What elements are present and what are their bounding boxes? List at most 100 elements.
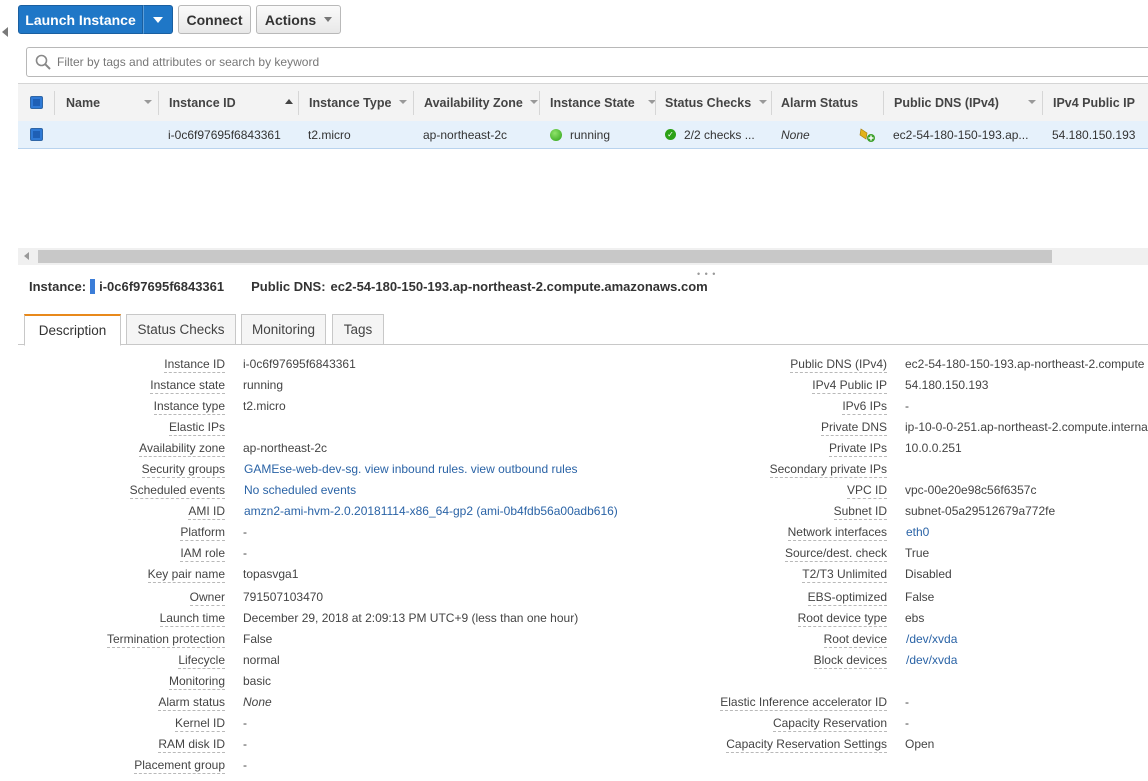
detail-value: None (243, 695, 272, 709)
security-groups-link[interactable]: GAMEse-web-dev-sg. view inbound rules. v… (244, 462, 578, 477)
detail-label: IAM role (180, 546, 225, 562)
column-divider (539, 91, 540, 115)
detail-label: Block devices (813, 653, 887, 669)
column-label: Public DNS (IPv4) (894, 95, 999, 110)
column-header-alarm-status[interactable]: Alarm Status (781, 84, 881, 121)
column-header-instance-id[interactable]: Instance ID (169, 84, 297, 121)
detail-label: Root device (823, 632, 887, 648)
launch-instance-button[interactable]: Launch Instance (18, 5, 143, 34)
detail-label: Source/dest. check (784, 546, 887, 562)
detail-label: Capacity Reservation Settings (726, 737, 887, 753)
instance-color-marker (90, 279, 96, 294)
detail-value: False (905, 590, 935, 604)
search-bar (26, 47, 1148, 77)
detail-label: Termination protection (106, 632, 225, 648)
detail-label: Platform (180, 525, 225, 541)
detail-label: Instance state (150, 378, 225, 394)
detail-value: ec2-54-180-150-193.ap-northeast-2.comput… (905, 357, 1145, 371)
cell-alarm-status: None (781, 127, 810, 142)
tab-monitoring[interactable]: Monitoring (241, 314, 326, 345)
detail-value: - (243, 758, 247, 772)
detail-value: t2.micro (243, 399, 286, 413)
launch-instance-dropdown-button[interactable] (143, 5, 173, 34)
actions-button[interactable]: Actions (256, 5, 341, 34)
column-header-instance-state[interactable]: Instance State (550, 84, 656, 121)
detail-value: 791507103470 (243, 590, 324, 604)
detail-value: - (905, 399, 909, 413)
create-alarm-icon[interactable] (858, 121, 876, 148)
ami-id-link[interactable]: amzn2-ami-hvm-2.0.20181114-x86_64-gp2 (a… (244, 504, 618, 519)
table-row[interactable]: i-0c6f97695f6843361 t2.micro ap-northeas… (18, 121, 1148, 149)
cell-public-dns: ec2-54-180-150-193.ap... (893, 127, 1029, 142)
tab-status-checks[interactable]: Status Checks (126, 314, 236, 345)
detail-value: False (243, 632, 273, 646)
column-header-instance-type[interactable]: Instance Type (309, 84, 412, 121)
pane-resize-handle[interactable]: • • • (697, 269, 716, 279)
select-all-checkbox[interactable] (30, 84, 43, 121)
root-device-link[interactable]: /dev/xvda (906, 632, 957, 647)
detail-label: Root device type (797, 611, 887, 627)
detail-label: Security groups (141, 462, 225, 478)
detail-value: normal (243, 653, 280, 667)
detail-value: - (243, 546, 247, 560)
detail-value: ap-northeast-2c (243, 441, 328, 455)
collapse-sidebar-icon[interactable] (2, 27, 8, 37)
detail-label: Key pair name (147, 567, 225, 583)
detail-value: - (905, 695, 909, 709)
network-interface-link[interactable]: eth0 (906, 525, 929, 540)
detail-value: December 29, 2018 at 2:09:13 PM UTC+9 (l… (243, 611, 579, 625)
search-input[interactable] (57, 48, 957, 76)
column-header-name[interactable]: Name (66, 84, 158, 121)
status-checks-text: 2/2 checks ... (684, 127, 755, 142)
scrollbar-thumb[interactable] (38, 250, 1052, 263)
cell-instance-id: i-0c6f97695f6843361 (168, 127, 281, 142)
detail-label: Alarm status (158, 695, 225, 711)
column-divider (413, 91, 414, 115)
detail-label: Monitoring (168, 674, 225, 690)
public-dns-label: Public DNS: (251, 279, 326, 294)
detail-value: running (243, 378, 284, 392)
cell-instance-state: running (550, 121, 610, 148)
column-divider (883, 91, 884, 115)
detail-value: vpc-00e20e98c56f6357c (905, 483, 1037, 497)
scheduled-events-link[interactable]: No scheduled events (244, 483, 356, 498)
detail-label: Kernel ID (174, 716, 225, 732)
block-devices-link[interactable]: /dev/xvda (906, 653, 957, 668)
sort-ascending-icon (285, 99, 293, 104)
row-checkbox[interactable] (30, 121, 43, 148)
detail-value: basic (243, 674, 272, 688)
running-status-icon (550, 128, 562, 141)
detail-value: - (243, 525, 247, 539)
cell-status-checks: ✓ 2/2 checks ... (665, 121, 755, 148)
column-divider (655, 91, 656, 115)
column-header-public-dns[interactable]: Public DNS (IPv4) (894, 84, 1040, 121)
column-label: Instance Type (309, 95, 392, 110)
column-header-availability-zone[interactable]: Availability Zone (424, 84, 539, 121)
detail-label: Public DNS (IPv4) (790, 357, 887, 373)
detail-label: Owner (189, 590, 225, 606)
table-header: Name Instance ID Instance Type Availabil… (18, 83, 1148, 122)
detail-value: ip-10-0-0-251.ap-northeast-2.compute.int… (905, 420, 1148, 434)
connect-button[interactable]: Connect (178, 5, 251, 34)
detail-label: Instance ID (164, 357, 225, 373)
cell-ipv4-public-ip: 54.180.150.193 (1052, 127, 1136, 142)
detail-label: IPv6 IPs (842, 399, 887, 415)
scroll-left-icon[interactable] (24, 252, 29, 260)
tab-tags[interactable]: Tags (332, 314, 384, 345)
cell-instance-type: t2.micro (308, 127, 351, 142)
horizontal-scrollbar[interactable] (18, 248, 1148, 265)
detail-label: Subnet ID (833, 504, 887, 520)
detail-value: - (243, 716, 247, 730)
column-header-status-checks[interactable]: Status Checks (665, 84, 768, 121)
column-label: Availability Zone (424, 95, 523, 110)
column-header-ipv4-public-ip[interactable]: IPv4 Public IP (1053, 84, 1148, 121)
detail-label: T2/T3 Unlimited (802, 567, 887, 583)
detail-label: RAM disk ID (158, 737, 225, 753)
column-label: Status Checks (665, 95, 752, 110)
tab-description[interactable]: Description (24, 314, 121, 346)
check-icon: ✓ (665, 129, 676, 140)
column-divider (1042, 91, 1043, 115)
column-label: Instance State (550, 95, 635, 110)
detail-label: Placement group (134, 758, 225, 774)
column-label: Alarm Status (781, 95, 859, 110)
